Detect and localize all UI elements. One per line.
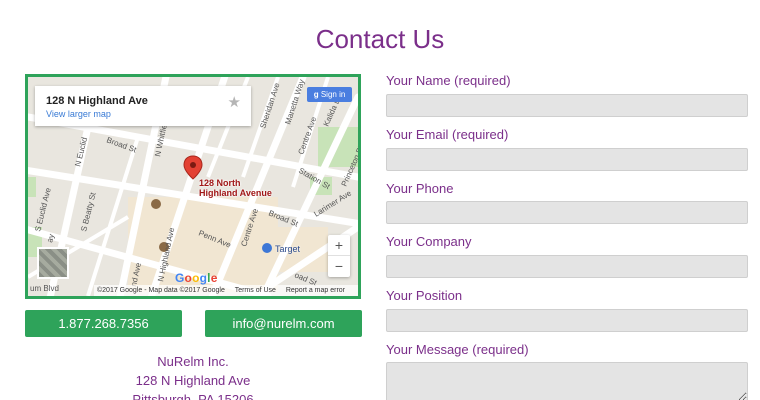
company-input[interactable]: [386, 255, 748, 278]
marker-line-2: Highland Avenue: [199, 188, 272, 198]
map-card-address: 128 N Highland Ave: [46, 95, 148, 107]
message-label: Your Message (required): [386, 342, 529, 357]
street-label: um Blvd: [30, 284, 59, 293]
map-embed[interactable]: N Highland Ave Sheridan Ave Manetta Way …: [25, 74, 361, 299]
zoom-out-button[interactable]: −: [328, 256, 350, 277]
map-sign-in-button[interactable]: g Sign in: [307, 87, 352, 102]
sign-in-label: Sign in: [320, 90, 346, 99]
phone-input[interactable]: [386, 201, 748, 224]
street-label: Manetta Way: [283, 78, 306, 125]
street-label: Sheridan Ave: [258, 81, 281, 129]
attribution-text: ©2017 Google - Map data ©2017 Google: [97, 287, 225, 294]
street-label: N Euclid: [73, 136, 89, 167]
email-input[interactable]: [386, 148, 748, 171]
name-label: Your Name (required): [386, 73, 511, 88]
company-label: Your Company: [386, 234, 472, 249]
marker-line-1: 128 North: [199, 178, 241, 188]
zoom-in-button[interactable]: +: [328, 235, 350, 256]
map-zoom-control: + −: [328, 235, 350, 277]
street-address: 128 N Highland Ave: [135, 373, 251, 388]
map-info-card: 128 N Highland Ave View larger map ★: [35, 86, 251, 126]
position-label: Your Position: [386, 288, 463, 303]
position-input[interactable]: [386, 309, 748, 332]
name-input[interactable]: [386, 94, 748, 117]
company-address: NuRelm Inc. 128 N Highland Ave Pittsburg…: [25, 352, 361, 400]
star-icon[interactable]: ★: [228, 93, 241, 111]
street-label: Centre Ave: [296, 115, 318, 156]
phone-button[interactable]: 1.877.268.7356: [25, 310, 182, 337]
map-attribution: ©2017 Google - Map data ©2017 Google Ter…: [94, 285, 358, 296]
satellite-toggle[interactable]: [37, 247, 69, 279]
phone-label: Your Phone: [386, 181, 454, 196]
street-label: S Euclid Ave: [33, 186, 53, 232]
poi-target-label[interactable]: Target: [275, 244, 300, 254]
terms-link[interactable]: Terms of Use: [235, 287, 276, 294]
email-label: Your Email (required): [386, 127, 509, 142]
google-plus-icon: g: [313, 90, 319, 99]
street-label: S Beatty St: [79, 191, 98, 233]
view-larger-map-link[interactable]: View larger map: [46, 109, 111, 119]
page-title: Contact Us: [315, 24, 445, 54]
company-name: NuRelm Inc.: [157, 354, 229, 369]
report-error-link[interactable]: Report a map error: [286, 287, 345, 294]
google-logo: Google: [175, 271, 218, 285]
shopping-bag-icon: [262, 243, 272, 253]
city-state-zip: Pittsburgh, PA 15206: [132, 392, 254, 400]
map-marker-label: 128 North Highland Avenue: [199, 178, 272, 198]
message-textarea[interactable]: [386, 362, 748, 400]
email-button[interactable]: info@nurelm.com: [205, 310, 362, 337]
